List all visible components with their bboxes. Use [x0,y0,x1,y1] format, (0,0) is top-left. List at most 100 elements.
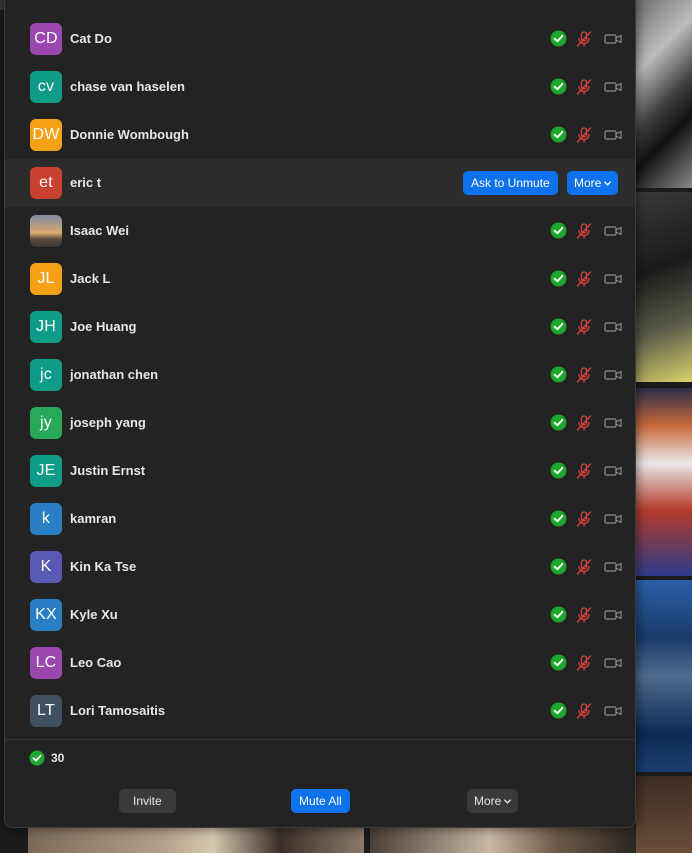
participant-row[interactable]: Isaac Wei [5,207,635,255]
mic-muted-icon[interactable] [575,702,593,720]
check-circle-icon [550,270,568,288]
participant-row[interactable]: jc jonathan chen [5,351,635,399]
invite-button[interactable]: Invite [119,789,176,813]
video-camera-icon[interactable] [604,126,622,144]
avatar: jc [30,359,62,391]
participant-name: Kyle Xu [70,607,118,622]
video-camera-icon[interactable] [604,366,622,384]
avatar: DW [30,119,62,151]
mic-muted-icon[interactable] [575,222,593,240]
mic-muted-icon[interactable] [575,414,593,432]
participant-row[interactable]: JL Jack L [5,255,635,303]
chevron-down-icon [604,180,612,186]
participant-name: jonathan chen [70,367,159,382]
participant-row[interactable]: jy joseph yang [5,399,635,447]
check-circle-icon [550,606,568,624]
mic-muted-icon[interactable] [575,462,593,480]
check-circle-icon [550,366,568,384]
participant-name: Donnie Wombough [70,127,189,142]
mic-muted-icon[interactable] [575,606,593,624]
avatar: JL [30,263,62,295]
participant-row[interactable]: cv chase van haselen [5,63,635,111]
video-camera-icon[interactable] [604,702,622,720]
participant-more-button[interactable]: More [567,171,619,195]
mic-muted-icon[interactable] [575,366,593,384]
participant-row[interactable]: K Kin Ka Tse [5,543,635,591]
participant-name: Isaac Wei [70,223,130,238]
participants-panel: CD Cat Do cv chase van haselen DW Donnie Womb… [4,0,636,828]
participant-name: Jack L [70,271,111,286]
check-circle-icon [550,414,568,432]
avatar: KX [30,599,62,631]
video-camera-icon[interactable] [604,606,622,624]
more-button[interactable]: More [467,789,519,813]
avatar: CD [30,23,62,55]
participant-more-label: More [574,176,602,190]
video-camera-icon[interactable] [604,462,622,480]
video-camera-icon[interactable] [604,270,622,288]
mute-all-button[interactable]: Mute All [291,789,350,813]
participant-name: chase van haselen [70,79,185,94]
background-video-tile [370,826,636,853]
avatar: k [30,503,62,535]
mic-muted-icon[interactable] [575,510,593,528]
participant-row[interactable]: k kamran [5,495,635,543]
participant-name: Lori Tamosaitis [70,703,166,718]
avatar: cv [30,71,62,103]
background-video-tile [28,826,364,853]
background-video-tile [636,388,692,576]
participant-name: Joe Huang [70,319,137,334]
participant-row[interactable]: KX Kyle Xu [5,591,635,639]
video-camera-icon[interactable] [604,30,622,48]
participant-name: Kin Ka Tse [70,559,137,574]
participant-name: Leo Cao [70,655,122,670]
mic-muted-icon[interactable] [575,30,593,48]
video-camera-icon[interactable] [604,414,622,432]
participant-name: Justin Ernst [70,463,146,478]
more-button-label: More [474,794,502,808]
invite-button-label: Invite [133,794,162,808]
participant-name: Cat Do [70,31,112,46]
mute-all-button-label: Mute All [299,794,342,808]
participant-row[interactable]: DW Donnie Wombough [5,111,635,159]
check-circle-icon [29,750,45,766]
check-circle-icon [550,126,568,144]
participant-row[interactable]: JE Justin Ernst [5,447,635,495]
participant-row[interactable]: JH Joe Huang [5,303,635,351]
participant-row[interactable]: LT Lori Tamosaitis [5,687,635,735]
video-camera-icon[interactable] [604,78,622,96]
avatar: JH [30,311,62,343]
divider [5,739,635,740]
participant-row[interactable]: LC Leo Cao [5,639,635,687]
ask-to-unmute-button[interactable]: Ask to Unmute [463,171,558,195]
avatar: JE [30,455,62,487]
check-circle-icon [550,30,568,48]
video-camera-icon[interactable] [604,558,622,576]
participant-row[interactable]: et eric t Ask to Unmute More [5,159,635,207]
check-circle-icon [550,510,568,528]
participant-name: eric t [70,175,102,190]
mic-muted-icon[interactable] [575,654,593,672]
participant-name: kamran [70,511,117,526]
background-video-tile [636,776,692,853]
avatar: K [30,551,62,583]
avatar: et [30,167,62,199]
mic-muted-icon[interactable] [575,270,593,288]
mic-muted-icon[interactable] [575,318,593,336]
background-video-tile [636,0,692,188]
mic-muted-icon[interactable] [575,78,593,96]
participant-list: CD Cat Do cv chase van haselen DW Donnie Womb… [5,15,635,735]
check-circle-icon [550,654,568,672]
video-camera-icon[interactable] [604,654,622,672]
chevron-down-icon [504,798,512,804]
video-camera-icon[interactable] [604,510,622,528]
video-camera-icon[interactable] [604,222,622,240]
video-camera-icon[interactable] [604,318,622,336]
mic-muted-icon[interactable] [575,126,593,144]
mic-muted-icon[interactable] [575,558,593,576]
participant-row[interactable]: CD Cat Do [5,15,635,63]
background-video-tile [636,192,692,382]
avatar: jy [30,407,62,439]
participant-count-value: 30 [51,751,65,765]
participant-count: 30 [29,749,64,767]
